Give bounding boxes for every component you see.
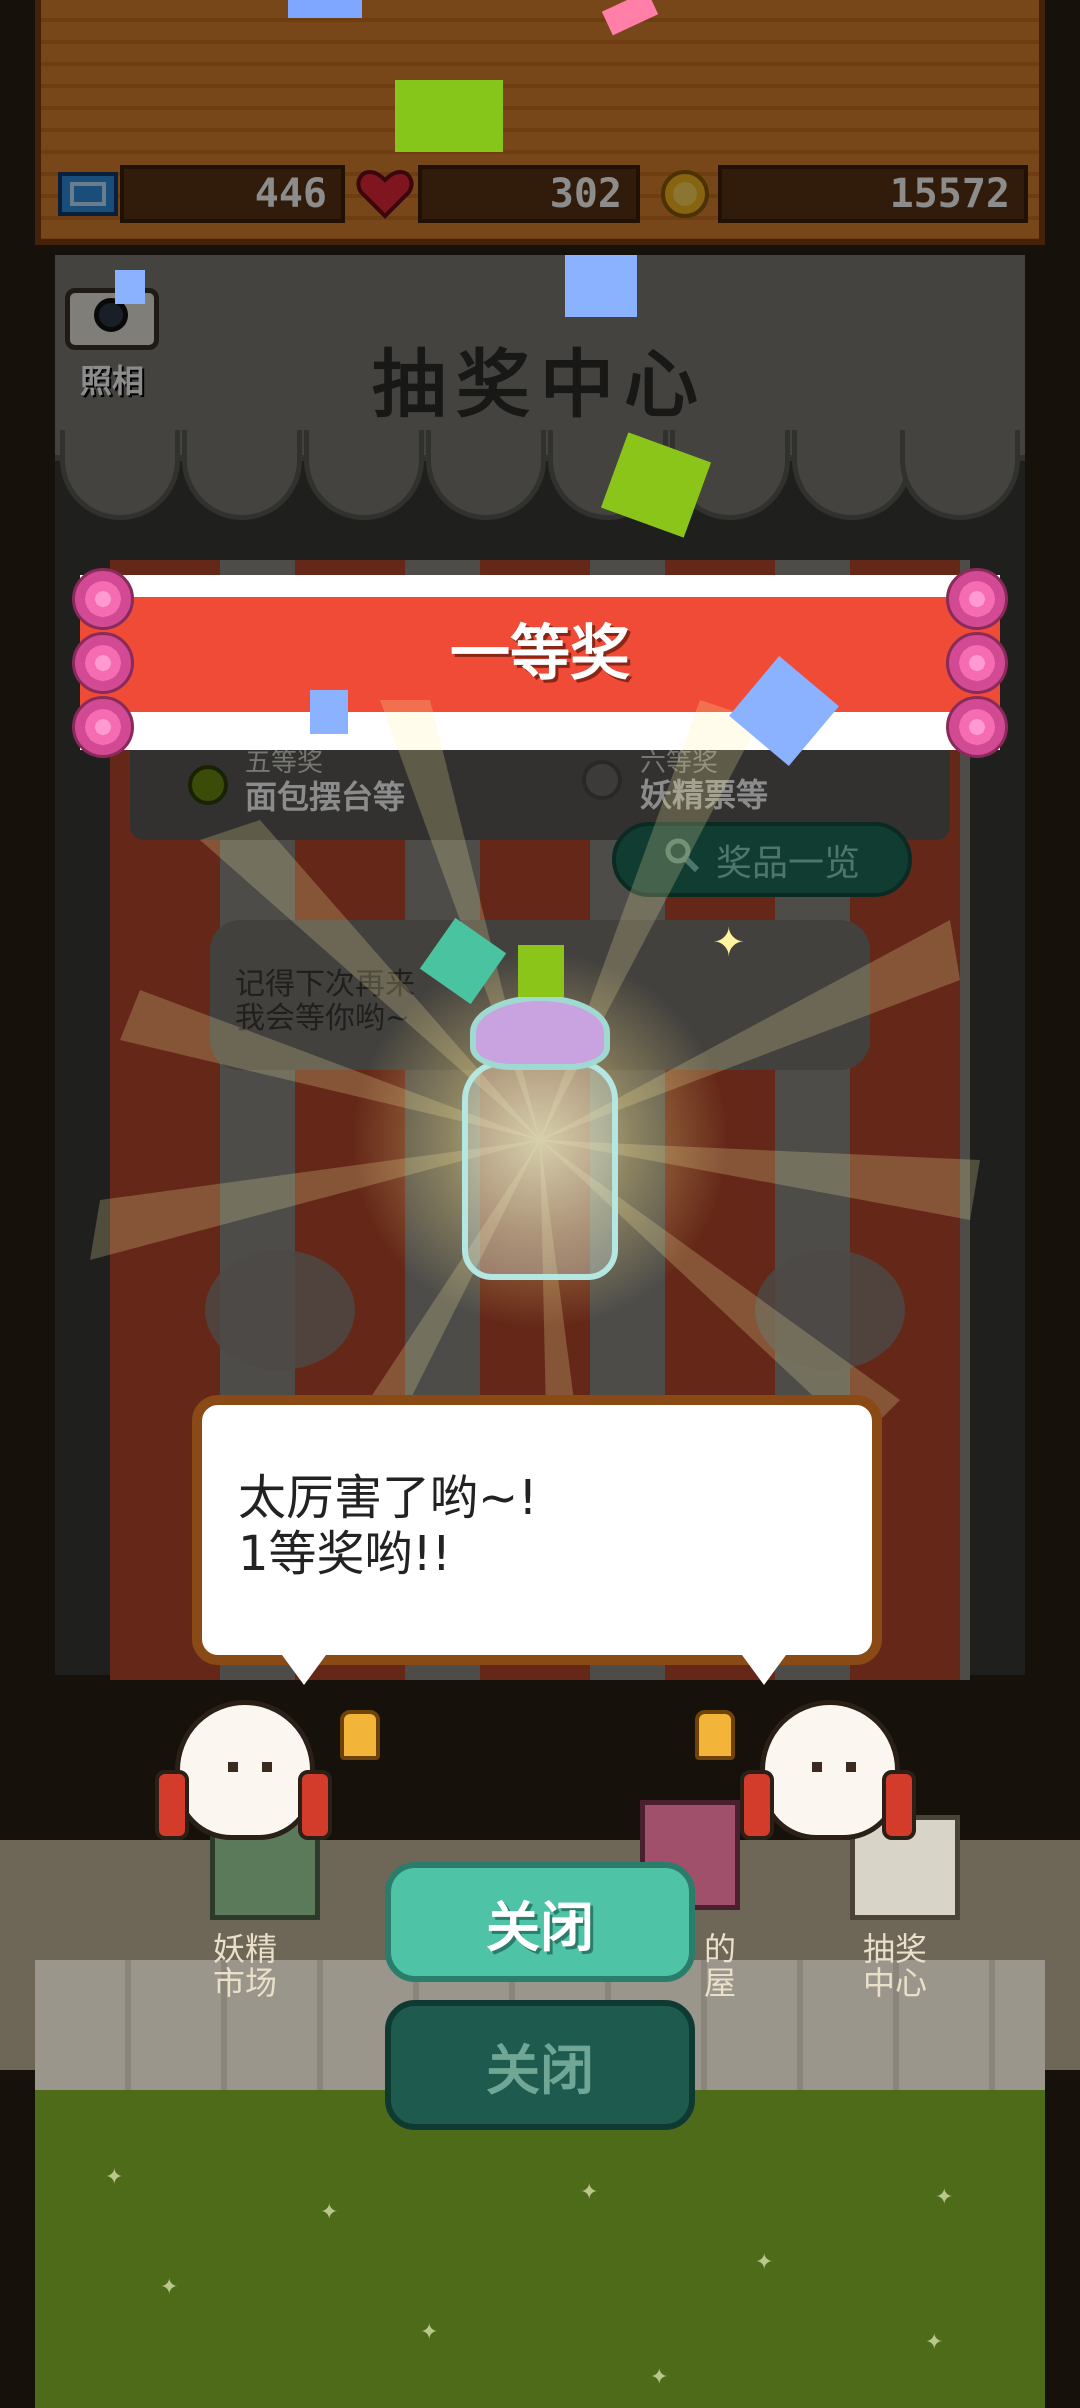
mascot-eye [262, 1762, 272, 1772]
mascot-left [175, 1700, 315, 1840]
rose-icon [72, 632, 134, 694]
grass-sparkle-icon: ✦ [755, 2250, 774, 2275]
confetti-piece [288, 0, 362, 18]
grass-sparkle-icon: ✦ [420, 2320, 439, 2345]
bell-icon [695, 1710, 735, 1760]
prize-bottle-icon [462, 1060, 618, 1280]
dialog-text: 太厉害了哟~! 1等奖哟!! [238, 1470, 538, 1582]
rose-icon [946, 568, 1008, 630]
confetti-piece [565, 255, 637, 317]
mascot-right [760, 1700, 900, 1840]
grass-field [35, 2090, 1045, 2408]
rose-icon [946, 632, 1008, 694]
sparkle-icon: ✦ [712, 920, 746, 966]
grass-sparkle-icon: ✦ [925, 2330, 944, 2355]
prize-rank-title: 一等奖 [450, 619, 630, 689]
grass-sparkle-icon: ✦ [105, 2165, 124, 2190]
fairy-market-label[interactable]: 妖精 市场 [195, 1932, 295, 2000]
mascot-arm [155, 1770, 189, 1840]
rose-icon [72, 568, 134, 630]
grass-sparkle-icon: ✦ [650, 2365, 669, 2390]
mascot-eye [812, 1762, 822, 1772]
lottery-center-label[interactable]: 抽奖 中心 [845, 1932, 945, 2000]
mascot-arm [740, 1770, 774, 1840]
close-button[interactable]: 关闭 [385, 1862, 695, 1982]
grass-sparkle-icon: ✦ [935, 2185, 954, 2210]
prize-bottle-cap [470, 995, 610, 1070]
house-label[interactable]: 的 屋 [690, 1932, 750, 2000]
mascot-arm [298, 1770, 332, 1840]
grass-sparkle-icon: ✦ [320, 2200, 339, 2225]
bell-icon [340, 1710, 380, 1760]
confetti-piece [518, 945, 564, 997]
dialog-tail-left [282, 1655, 326, 1685]
mascot-eye [846, 1762, 856, 1772]
grass-sparkle-icon: ✦ [580, 2180, 599, 2205]
confetti-piece [310, 690, 348, 734]
mascot-arm [882, 1770, 916, 1840]
confetti-piece [395, 80, 503, 152]
grass-sparkle-icon: ✦ [160, 2275, 179, 2300]
mascot-eye [228, 1762, 238, 1772]
close-button-secondary[interactable]: 关闭 [385, 2000, 695, 2130]
dialog-tail-right [742, 1655, 786, 1685]
confetti-piece [115, 270, 145, 304]
